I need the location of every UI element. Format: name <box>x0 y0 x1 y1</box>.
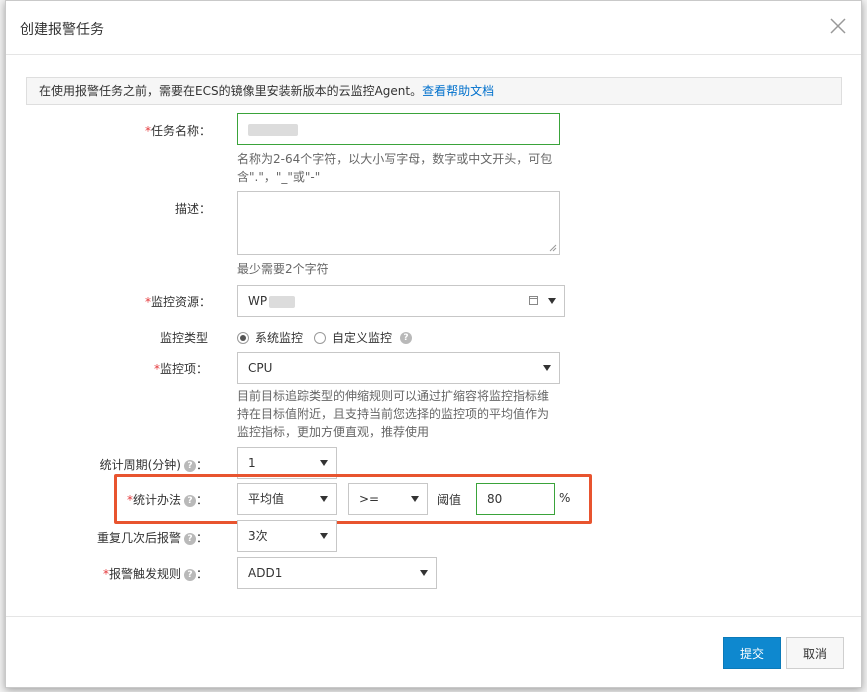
redacted-value <box>269 295 296 308</box>
chevron-down-icon <box>320 460 328 466</box>
task-name-hint-line1: 名称为2-64个字符，以大小写字母，数字或中文开头，可包 <box>237 152 553 166</box>
redacted-value <box>248 123 298 136</box>
create-alarm-task-dialog: 创建报警任务 在使用报警任务之前，需要在ECS的镜像里安装新版本的云监控Agen… <box>5 0 862 688</box>
threshold-unit: % <box>559 491 571 505</box>
radio-custom-monitor[interactable]: 自定义监控 ? <box>314 329 413 346</box>
chevron-down-icon <box>320 496 328 502</box>
task-name-hint: 名称为2-64个字符，以大小写字母，数字或中文开头，可包 含"."，"_"或"-… <box>237 150 567 186</box>
task-name-hint-line2: 含"."，"_"或"-" <box>237 170 321 184</box>
resource-label: *监控资源： <box>106 293 211 310</box>
metric-select[interactable]: CPU <box>237 352 560 384</box>
resource-label-text: 监控资源： <box>150 295 211 309</box>
metric-hint-line1: 目前目标追踪类型的伸缩规则可以通过扩缩容将监控指标维 <box>237 389 550 403</box>
radio-custom-monitor-label: 自定义监控 <box>332 331 393 345</box>
monitor-type-label: 监控类型 <box>159 331 208 345</box>
notice-text: 在使用报警任务之前，需要在ECS的镜像里安装新版本的云监控Agent。 <box>39 84 423 98</box>
metric-hint-line3: 监控指标，更加方便直观，推荐使用 <box>237 425 430 439</box>
metric-label: *监控项： <box>106 360 208 377</box>
description-textarea[interactable] <box>237 191 560 255</box>
description-label: 描述： <box>174 202 211 216</box>
radio-system-monitor-label: 系统监控 <box>255 331 304 345</box>
threshold-input[interactable]: 80 <box>476 483 555 515</box>
description-hint: 最少需要2个字符 <box>237 262 329 276</box>
help-icon[interactable]: ? <box>183 459 196 472</box>
statistic-method-select[interactable]: 平均值 <box>237 483 337 515</box>
close-icon[interactable] <box>829 17 847 35</box>
help-doc-link[interactable]: 查看帮助文档 <box>422 84 494 98</box>
task-name-label: *任务名称： <box>106 122 211 139</box>
radio-unchecked-icon <box>314 331 326 344</box>
metric-value: CPU <box>248 361 273 375</box>
label-colon: ： <box>195 458 208 472</box>
threshold-value: 80 <box>487 492 503 506</box>
dialog-title: 创建报警任务 <box>20 22 104 38</box>
chevron-down-icon <box>543 365 551 371</box>
trigger-rule-select[interactable]: ADD1 <box>237 557 437 589</box>
statistic-method-value: 平均值 <box>248 492 285 506</box>
label-colon: ： <box>195 531 208 545</box>
metric-hint-line2: 持在目标值附近，且支持当前您选择的监控项的平均值作为 <box>237 407 550 421</box>
statistic-label: *统计办法?： <box>106 491 208 508</box>
resource-select[interactable]: WP <box>237 285 565 317</box>
task-name-input[interactable] <box>237 113 560 145</box>
operator-value: >= <box>359 492 380 506</box>
repeat-value: 3次 <box>248 529 268 543</box>
period-label: 统计周期(分钟)?： <box>66 456 208 473</box>
chevron-down-icon <box>320 533 328 539</box>
submit-button[interactable]: 提交 <box>723 637 781 669</box>
label-colon: ： <box>195 493 208 507</box>
help-icon[interactable]: ? <box>400 331 413 344</box>
metric-label-text: 监控项： <box>159 362 208 376</box>
repeat-select[interactable]: 3次 <box>237 520 337 552</box>
trigger-rule-label-text: 报警触发规则 <box>108 567 181 581</box>
repeat-label-text: 重复几次后报警 <box>96 531 181 545</box>
help-icon[interactable]: ? <box>183 568 196 581</box>
threshold-label: 阈值 <box>437 493 462 507</box>
chevron-down-icon <box>548 298 556 304</box>
cancel-button[interactable]: 取消 <box>786 637 844 669</box>
resource-value: WP <box>248 294 268 308</box>
help-icon[interactable]: ? <box>183 532 196 545</box>
chevron-down-icon <box>411 496 419 502</box>
dialog-header: 创建报警任务 <box>6 1 861 55</box>
trigger-rule-value: ADD1 <box>248 566 283 580</box>
task-name-label-text: 任务名称： <box>150 124 211 138</box>
radio-system-monitor[interactable]: 系统监控 <box>237 329 303 346</box>
operator-select[interactable]: >= <box>348 483 428 515</box>
agent-notice: 在使用报警任务之前，需要在ECS的镜像里安装新版本的云监控Agent。查看帮助文… <box>26 77 842 105</box>
period-value: 1 <box>248 456 256 470</box>
trigger-rule-label: *报警触发规则?： <box>66 565 208 582</box>
resize-handle-icon[interactable] <box>549 244 557 252</box>
metric-hint: 目前目标追踪类型的伸缩规则可以通过扩缩容将监控指标维 持在目标值附近，且支持当前… <box>237 387 567 441</box>
chevron-down-icon <box>420 570 428 576</box>
repeat-label: 重复几次后报警?： <box>66 529 208 546</box>
period-label-text: 统计周期(分钟) <box>99 458 181 472</box>
help-icon[interactable]: ? <box>183 494 196 507</box>
statistic-label-text: 统计办法 <box>132 493 181 507</box>
label-colon: ： <box>195 567 208 581</box>
radio-checked-icon <box>237 331 249 344</box>
calendar-icon <box>529 296 538 305</box>
dialog-footer-divider <box>6 616 861 617</box>
